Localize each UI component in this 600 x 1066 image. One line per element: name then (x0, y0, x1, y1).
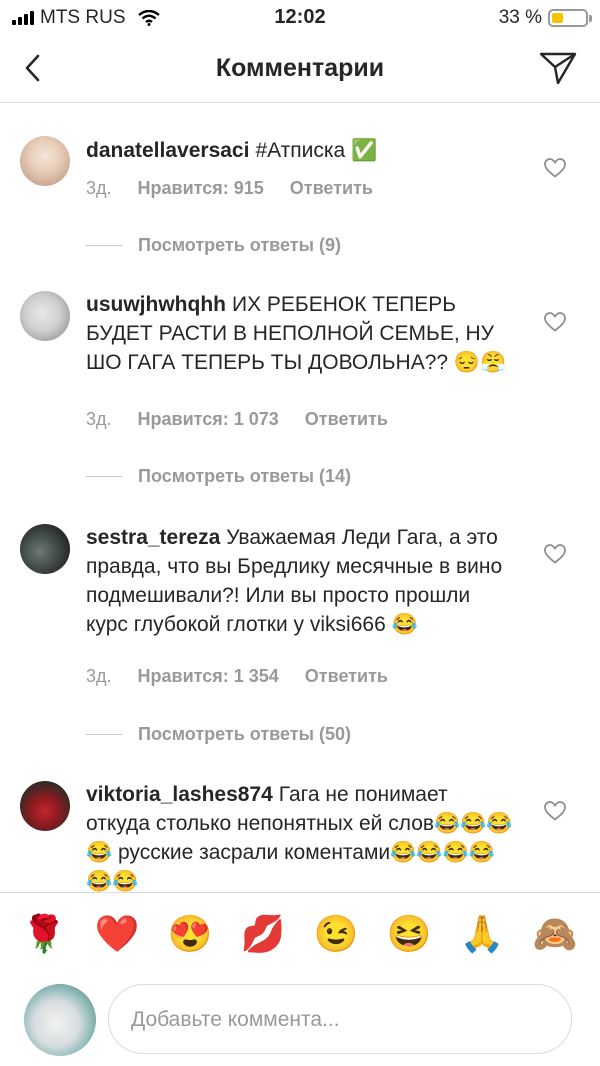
view-replies-label: Посмотреть ответы (14) (138, 466, 351, 486)
comment-input-wrapper[interactable] (108, 984, 572, 1054)
comment-composer (0, 976, 600, 1066)
comment-time: 3д. (86, 178, 112, 198)
comment-item: danatellaversaci #Атписка ✅ 3д. Нравится: … (0, 110, 600, 270)
rose-emoji-button[interactable]: 🌹 (21, 913, 67, 955)
emoji-bar: 🌹 ❤️ 😍 💋 😉 😆 🙏 🙈 (0, 892, 600, 977)
comment-likes[interactable]: Нравится: 1 073 (138, 409, 279, 429)
avatar[interactable] (20, 781, 70, 831)
comment-item: viktoria_lashes874 Гага не понимает откуд… (0, 750, 600, 892)
comment-time: 3д. (86, 666, 112, 686)
divider (86, 476, 122, 477)
nav-bar: Комментарии (0, 36, 600, 103)
comment-text-block: viktoria_lashes874 Гага не понимает откуд… (86, 780, 516, 892)
comment-item: sestra_tereza Уважаемая Леди Гага, а это … (0, 490, 600, 750)
comment-meta: 3д. Нравится: 1 073 Ответить (86, 409, 414, 430)
reply-button[interactable]: Ответить (305, 666, 388, 686)
view-replies[interactable]: Посмотреть ответы (14) (86, 466, 351, 487)
comment-username[interactable]: danatellaversaci (86, 139, 249, 162)
comment-likes[interactable]: Нравится: 915 (138, 178, 264, 198)
status-bar: MTS RUS 12:02 33 % (0, 0, 600, 36)
comment-username[interactable]: viktoria_lashes874 (86, 783, 273, 806)
battery-icon (548, 9, 592, 27)
comment-username[interactable]: usuwjhwhqhh (86, 293, 226, 316)
comment-time: 3д. (86, 409, 112, 429)
comment-input[interactable] (129, 1003, 553, 1037)
comment-meta: 3д. Нравится: 915 Ответить (86, 178, 399, 199)
heart-icon[interactable] (544, 544, 566, 564)
view-replies-label: Посмотреть ответы (50) (138, 724, 351, 744)
divider (86, 245, 122, 246)
battery-fill (552, 13, 563, 23)
battery-group: 33 % (498, 7, 592, 29)
wink-emoji-button[interactable]: 😉 (313, 913, 359, 955)
comment-text-block: sestra_tereza Уважаемая Леди Гага, а это … (86, 523, 516, 639)
comment-username[interactable]: sestra_tereza (86, 526, 220, 549)
comment-text-block: danatellaversaci #Атписка ✅ (86, 136, 516, 165)
comment-body: #Атписка ✅ (255, 139, 378, 162)
heart-icon[interactable] (544, 158, 566, 178)
heart-icon[interactable] (544, 801, 566, 821)
view-replies[interactable]: Посмотреть ответы (50) (86, 724, 351, 745)
divider (86, 734, 122, 735)
pray-emoji-button[interactable]: 🙏 (459, 913, 505, 955)
avatar[interactable] (20, 291, 70, 341)
heart-icon[interactable] (544, 312, 566, 332)
battery-percent: 33 % (498, 7, 542, 28)
comment-likes[interactable]: Нравится: 1 354 (138, 666, 279, 686)
kiss-emoji-button[interactable]: 💋 (240, 913, 286, 955)
reply-button[interactable]: Ответить (290, 178, 373, 198)
heart-eyes-emoji-button[interactable]: 😍 (167, 913, 213, 955)
view-replies[interactable]: Посмотреть ответы (9) (86, 235, 341, 256)
comment-item: usuwjhwhqhh ИХ РЕБЕНОК ТЕПЕРЬ БУДЕТ РАСТИ… (0, 270, 600, 490)
see-no-evil-emoji-button[interactable]: 🙈 (532, 913, 578, 955)
page-title: Комментарии (215, 54, 385, 82)
comment-text-block: usuwjhwhqhh ИХ РЕБЕНОК ТЕПЕРЬ БУДЕТ РАСТИ… (86, 290, 516, 377)
user-avatar (24, 984, 96, 1056)
paper-plane-icon[interactable] (538, 50, 578, 86)
reply-button[interactable]: Ответить (305, 409, 388, 429)
avatar[interactable] (20, 524, 70, 574)
laughing-emoji-button[interactable]: 😆 (386, 913, 432, 955)
avatar[interactable] (20, 136, 70, 186)
heart-emoji-button[interactable]: ❤️ (94, 913, 140, 955)
view-replies-label: Посмотреть ответы (9) (138, 235, 341, 255)
comment-meta: 3д. Нравится: 1 354 Ответить (86, 666, 414, 687)
